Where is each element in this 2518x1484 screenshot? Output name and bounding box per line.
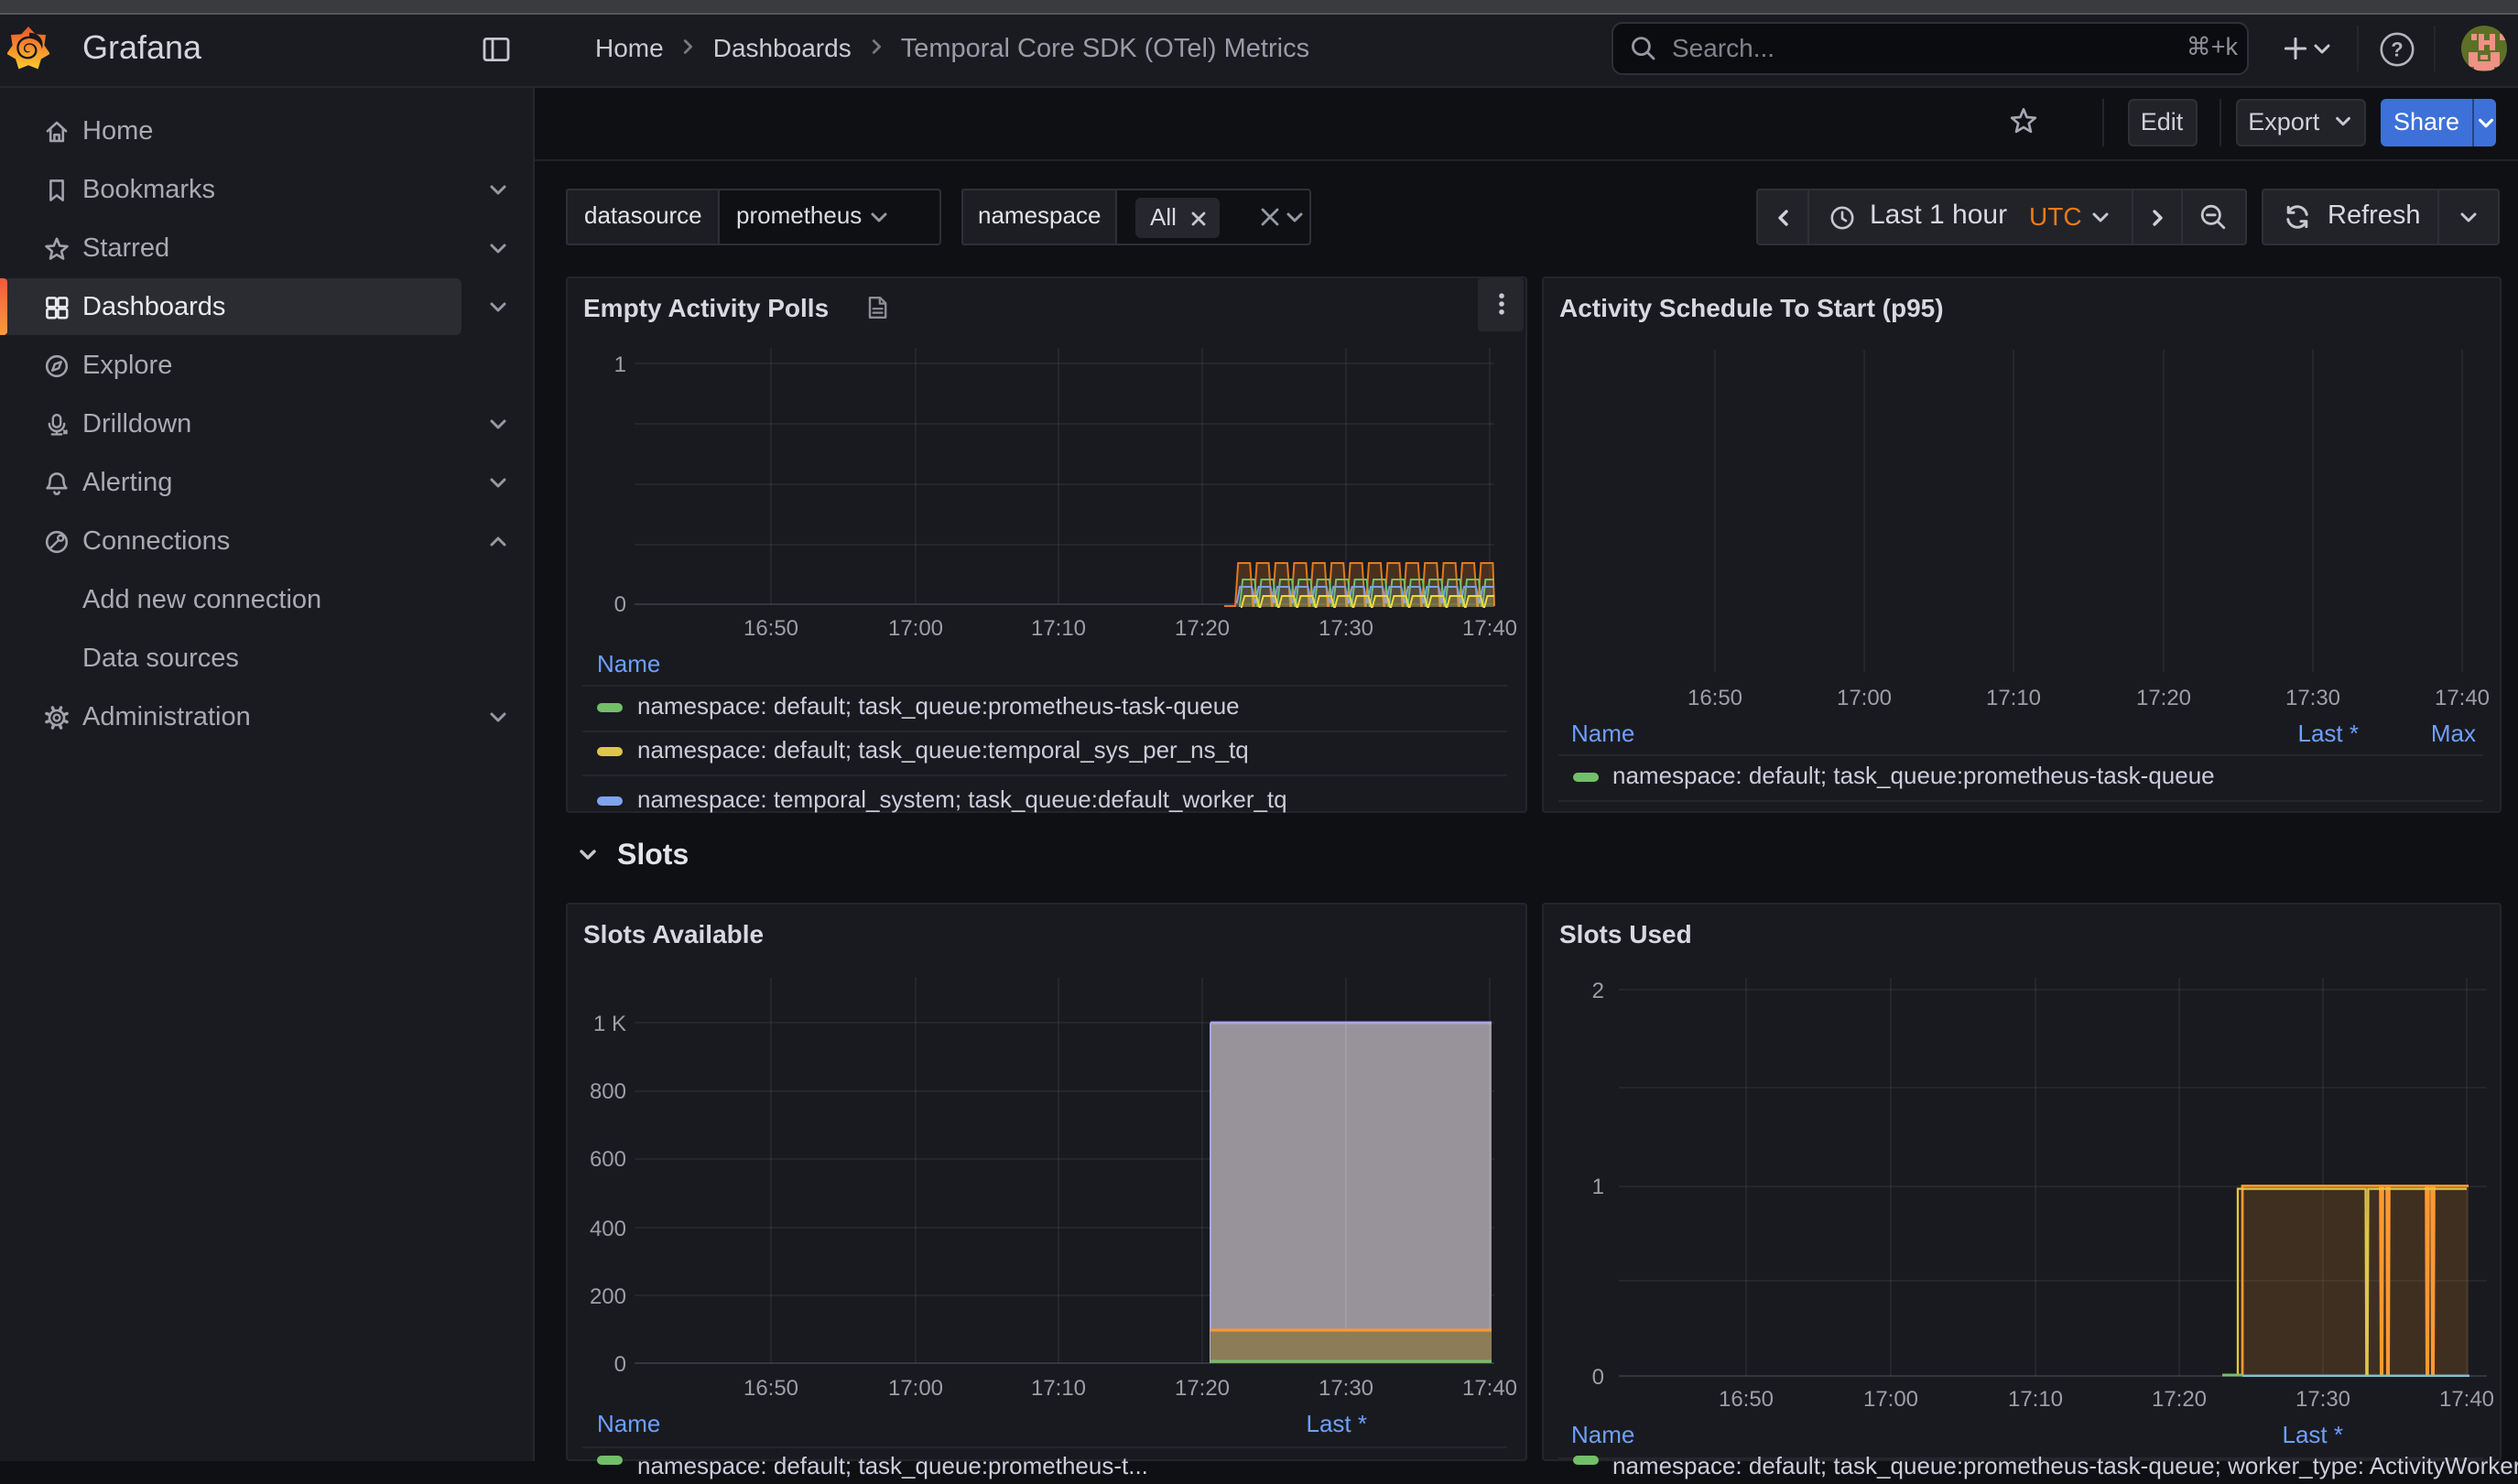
svg-text:?: ? (2391, 38, 2403, 60)
